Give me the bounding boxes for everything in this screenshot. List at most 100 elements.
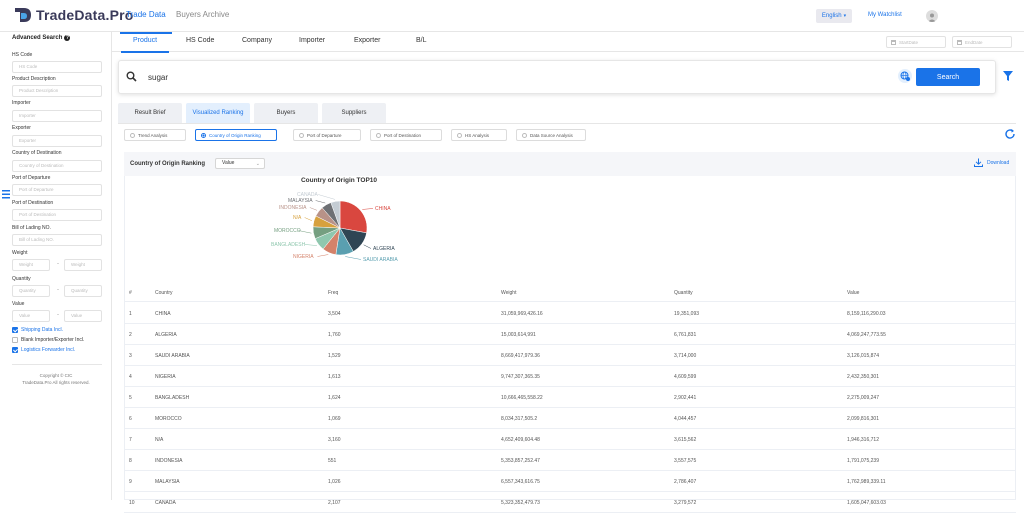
tab-visualized-ranking[interactable]: Visualized Ranking xyxy=(186,103,250,123)
cell-weight: 8,034,317,505.2 xyxy=(501,416,538,422)
exporter-input[interactable]: Exporter xyxy=(12,135,102,147)
refresh-icon[interactable] xyxy=(1004,128,1016,140)
end-date-input[interactable]: EndDate xyxy=(952,36,1012,48)
table-row[interactable] xyxy=(124,345,1016,366)
pie-leader-line xyxy=(317,254,329,257)
value-to-input[interactable]: Value xyxy=(64,310,102,322)
country-origin-ranking-label: Country of Origin Ranking xyxy=(209,132,261,138)
value-from-input[interactable]: Value xyxy=(12,310,50,322)
search-button[interactable]: Search xyxy=(916,68,980,86)
tab-importer[interactable]: Importer xyxy=(299,37,325,44)
tab-buyers[interactable]: Buyers xyxy=(254,103,318,123)
country-destination-label: Country of Destination xyxy=(12,150,62,156)
hs-analysis-label: HS Analysis xyxy=(465,132,490,138)
advanced-search-label: Advanced Search xyxy=(12,35,63,41)
cell-quantity: 2,902,441 xyxy=(674,395,697,401)
copyright-text: Copyright © CIC xyxy=(39,373,73,378)
hs-analysis-option[interactable]: HS Analysis xyxy=(451,129,507,141)
sidebar-toggle-icon[interactable] xyxy=(2,190,10,200)
blank-importer-label: Blank Importer/Exporter Incl. xyxy=(21,337,85,343)
pie-label: NIGERIA xyxy=(293,254,314,260)
logo[interactable]: TradeData.Pro xyxy=(14,6,134,24)
data-source-analysis-option[interactable]: Data Source Analysis xyxy=(516,129,586,141)
tab-bl[interactable]: B/L xyxy=(416,37,427,44)
tab-suppliers[interactable]: Suppliers xyxy=(322,103,386,123)
search-input[interactable]: sugar xyxy=(148,73,168,82)
cell-freq: 1,529 xyxy=(328,353,341,359)
logistics-forwarder-checkbox[interactable]: Logistics Forwarder Incl. xyxy=(12,347,75,353)
quantity-from-input[interactable]: Quantity xyxy=(12,285,50,297)
pie-leader-line xyxy=(318,194,336,200)
tab-hs-code[interactable]: HS Code xyxy=(186,37,214,44)
quantity-to-input[interactable]: Quantity xyxy=(64,285,102,297)
search-icon xyxy=(126,71,137,82)
table-row[interactable] xyxy=(124,366,1016,387)
cell-value: 1,605,047,603.03 xyxy=(847,500,886,506)
language-selector[interactable]: English ▾ xyxy=(816,9,852,23)
importer-input[interactable]: Importer xyxy=(12,110,102,122)
rights-text: TradeData.Pro All rights reserved. xyxy=(22,380,90,385)
pie-label: MOROCCO xyxy=(274,228,301,234)
cell-freq: 1,069 xyxy=(328,416,341,422)
table-row[interactable] xyxy=(124,387,1016,408)
cell-quantity: 6,761,831 xyxy=(674,332,697,338)
brand-name: TradeData.Pro xyxy=(36,7,134,23)
trend-analysis-option[interactable]: Trend Analysis xyxy=(124,129,186,141)
tab-exporter[interactable]: Exporter xyxy=(354,37,380,44)
top-bar: TradeData.Pro Trade Data Buyers Archive … xyxy=(0,0,1024,34)
filter-icon[interactable] xyxy=(1000,68,1016,84)
weight-from-input[interactable]: Weight xyxy=(12,259,50,271)
help-icon[interactable]: ? xyxy=(64,35,71,41)
pie-slice-china[interactable] xyxy=(339,200,368,234)
hs-code-input[interactable]: HS Code xyxy=(12,61,102,73)
port-destination-option-label: Port of Destination xyxy=(384,132,422,138)
radio-icon xyxy=(299,132,304,138)
port-departure-option[interactable]: Port of Departure xyxy=(293,129,361,141)
tab-result-brief[interactable]: Result Brief xyxy=(118,103,182,123)
bill-of-lading-input[interactable]: Bill of Lading NO. xyxy=(12,234,102,246)
port-destination-option[interactable]: Port of Destination xyxy=(370,129,442,141)
shipping-data-label: Shipping Data Incl. xyxy=(21,327,63,333)
product-description-input[interactable]: Product Description xyxy=(12,85,102,97)
product-description-label: Product Description xyxy=(12,76,56,82)
port-departure-label: Port of Departure xyxy=(12,175,51,181)
port-destination-label: Port of Destination xyxy=(12,200,54,206)
country-origin-ranking-option[interactable]: Country of Origin Ranking xyxy=(195,129,277,141)
cell-quantity: 19,351,093 xyxy=(674,311,700,317)
metric-select[interactable]: Value ⌄ xyxy=(215,158,265,169)
tab-trade-data[interactable]: Trade Data xyxy=(120,10,172,34)
watchlist-link[interactable]: My Watchlist xyxy=(868,12,902,18)
blank-importer-checkbox[interactable]: Blank Importer/Exporter Incl. xyxy=(12,337,84,343)
cell-country: NIGERIA xyxy=(155,374,176,380)
country-destination-input[interactable]: Country of Destination xyxy=(12,160,102,172)
col-index: # xyxy=(129,290,132,296)
search-bar xyxy=(118,60,996,94)
cell-index: 4 xyxy=(129,374,132,380)
cell-weight: 5,323,352,479.73 xyxy=(501,500,540,506)
table-row[interactable] xyxy=(124,450,1016,471)
download-button[interactable]: Download xyxy=(974,158,1009,167)
table-row[interactable] xyxy=(124,429,1016,450)
pie-label: INDONESIA xyxy=(279,205,307,211)
port-departure-input[interactable]: Port of Departure xyxy=(12,184,102,196)
tab-buyers-archive[interactable]: Buyers Archive xyxy=(176,10,229,19)
cell-index: 2 xyxy=(129,332,132,338)
cell-value: 4,069,247,773.55 xyxy=(847,332,886,338)
tab-company[interactable]: Company xyxy=(242,37,272,44)
start-date-input[interactable]: StartDate xyxy=(886,36,946,48)
user-avatar-icon[interactable] xyxy=(926,10,938,22)
tab-product[interactable]: Product xyxy=(120,37,170,53)
cell-freq: 1,613 xyxy=(328,374,341,380)
chevron-down-icon: ▾ xyxy=(843,13,847,19)
table-row[interactable] xyxy=(124,408,1016,429)
cell-country: N/A xyxy=(155,437,164,443)
pie-leader-line xyxy=(304,217,313,221)
pie-label: SAUDI ARABIA xyxy=(363,257,398,263)
pie-label: ALGERIA xyxy=(373,246,395,252)
port-destination-input[interactable]: Port of Destination xyxy=(12,209,102,221)
end-date-placeholder: EndDate xyxy=(965,39,983,45)
language-label: English xyxy=(821,13,842,19)
globe-settings-button[interactable] xyxy=(898,69,912,83)
shipping-data-checkbox[interactable]: Shipping Data Incl. xyxy=(12,327,63,333)
weight-to-input[interactable]: Weight xyxy=(64,259,102,271)
